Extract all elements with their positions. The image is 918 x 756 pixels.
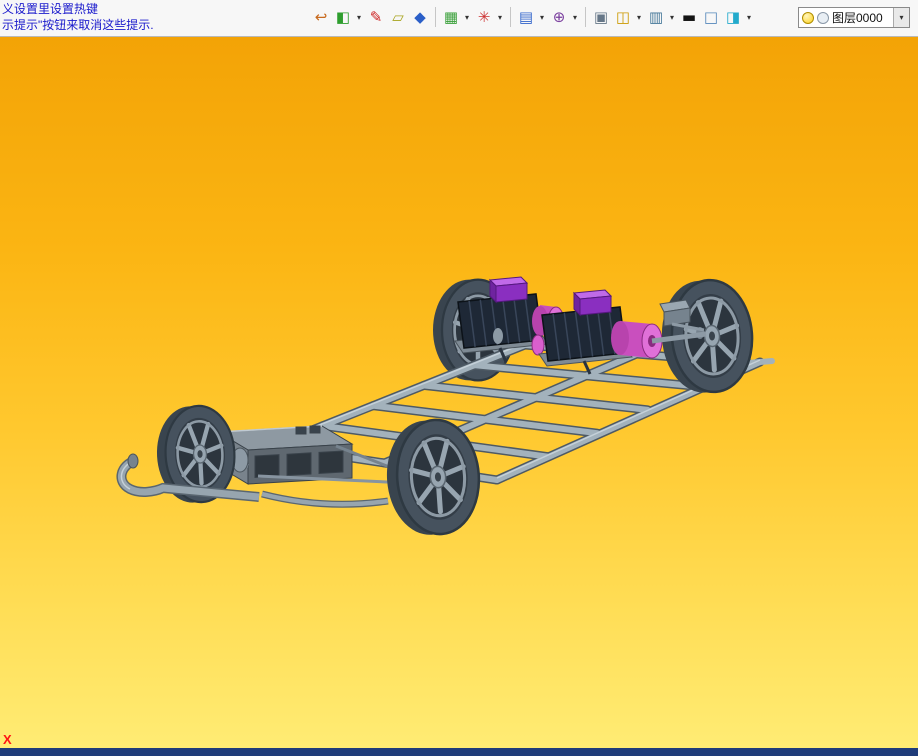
display-mode-button[interactable]: ▥ (645, 6, 667, 28)
toolbar-separator (585, 7, 586, 27)
motor-right[interactable] (538, 289, 663, 375)
exit-sketch-button[interactable]: ↩ (310, 6, 332, 28)
fill-style-button[interactable]: ◧ (332, 6, 354, 28)
work-plane-button[interactable]: □ (700, 6, 722, 28)
viewport-3d[interactable] (0, 36, 918, 748)
chevron-down-icon[interactable]: ▾ (462, 6, 472, 28)
toolbar-buttons: ↩ ◧ ▾ ✎ ▱ ◆ ▦ ▾ ✳ ▾ ▤ ▾ ⊕ ▾ ▣ ◫ ▾ ▥ ▾ ▬ … (310, 6, 755, 28)
top-toolbar: 义设置里设置热键 示提示"按钮来取消这些提示. ↩ ◧ ▾ ✎ ▱ ◆ ▦ ▾ … (0, 0, 918, 37)
locate-target-button[interactable]: ⊕ (548, 6, 570, 28)
viewport-canvas[interactable] (0, 36, 918, 748)
solid-view-button[interactable]: ◆ (409, 6, 431, 28)
toolbar-separator (510, 7, 511, 27)
sketch-pen-button[interactable]: ✎ (365, 6, 387, 28)
rear-brake-detail (493, 328, 503, 344)
bottom-status-bar (0, 748, 918, 756)
chevron-down-icon[interactable]: ▾ (667, 6, 677, 28)
hint-line-1: 义设置里设置热键 (2, 2, 99, 16)
frame-layout-button[interactable]: ◫ (612, 6, 634, 28)
chevron-down-icon[interactable]: ▾ (744, 6, 754, 28)
wheel-pattern-button[interactable]: ✳ (473, 6, 495, 28)
cad-application-window: 义设置里设置热键 示提示"按钮来取消这些提示. ↩ ◧ ▾ ✎ ▱ ◆ ▦ ▾ … (0, 0, 918, 756)
chevron-down-icon[interactable]: ▾ (570, 6, 580, 28)
window-view-icon: ▤ (518, 8, 534, 26)
layer-stack-button[interactable]: ◨ (722, 6, 744, 28)
hint-line-2: 示提示"按钮来取消这些提示. (2, 18, 154, 32)
frame-layout-icon: ◫ (615, 8, 631, 26)
current-layer-name: 图层0000 (832, 11, 883, 25)
coupling-disc[interactable] (531, 334, 545, 356)
chevron-down-icon[interactable]: ▾ (354, 6, 364, 28)
line-width-button[interactable]: ▬ (678, 6, 700, 28)
color-grid-icon: ▦ (443, 8, 459, 26)
chevron-down-icon[interactable]: ▾ (495, 6, 505, 28)
layer-combo[interactable]: 图层0000 ▾ (798, 7, 910, 28)
chevron-down-icon[interactable]: ▾ (634, 6, 644, 28)
viewport-pane-icon: ▣ (593, 8, 609, 26)
plane-sketch-icon: ▱ (392, 8, 404, 26)
work-plane-icon: □ (703, 8, 719, 26)
toolbar-separator (435, 7, 436, 27)
layer-stack-icon: ◨ (725, 8, 741, 26)
sketch-pen-icon: ✎ (369, 8, 383, 26)
color-grid-button[interactable]: ▦ (440, 6, 462, 28)
fill-style-icon: ◧ (335, 8, 351, 26)
hint-messages: 义设置里设置热键 示提示"按钮来取消这些提示. (2, 1, 154, 33)
origin-marker: X (3, 732, 12, 747)
window-view-button[interactable]: ▤ (515, 6, 537, 28)
bulb-icon (802, 11, 814, 24)
display-mode-icon: ▥ (648, 8, 664, 26)
plane-sketch-button[interactable]: ▱ (387, 6, 409, 28)
chassis-model[interactable] (116, 277, 775, 538)
chevron-down-icon[interactable]: ▾ (537, 6, 547, 28)
layer-state-icon (817, 11, 829, 24)
solid-view-icon: ◆ (414, 8, 426, 26)
wheel-pattern-icon: ✳ (477, 8, 491, 26)
exit-sketch-icon: ↩ (314, 8, 328, 26)
line-width-icon: ▬ (681, 8, 697, 26)
chevron-down-icon[interactable]: ▾ (893, 8, 909, 27)
locate-target-icon: ⊕ (552, 8, 566, 26)
viewport-pane-button[interactable]: ▣ (590, 6, 612, 28)
